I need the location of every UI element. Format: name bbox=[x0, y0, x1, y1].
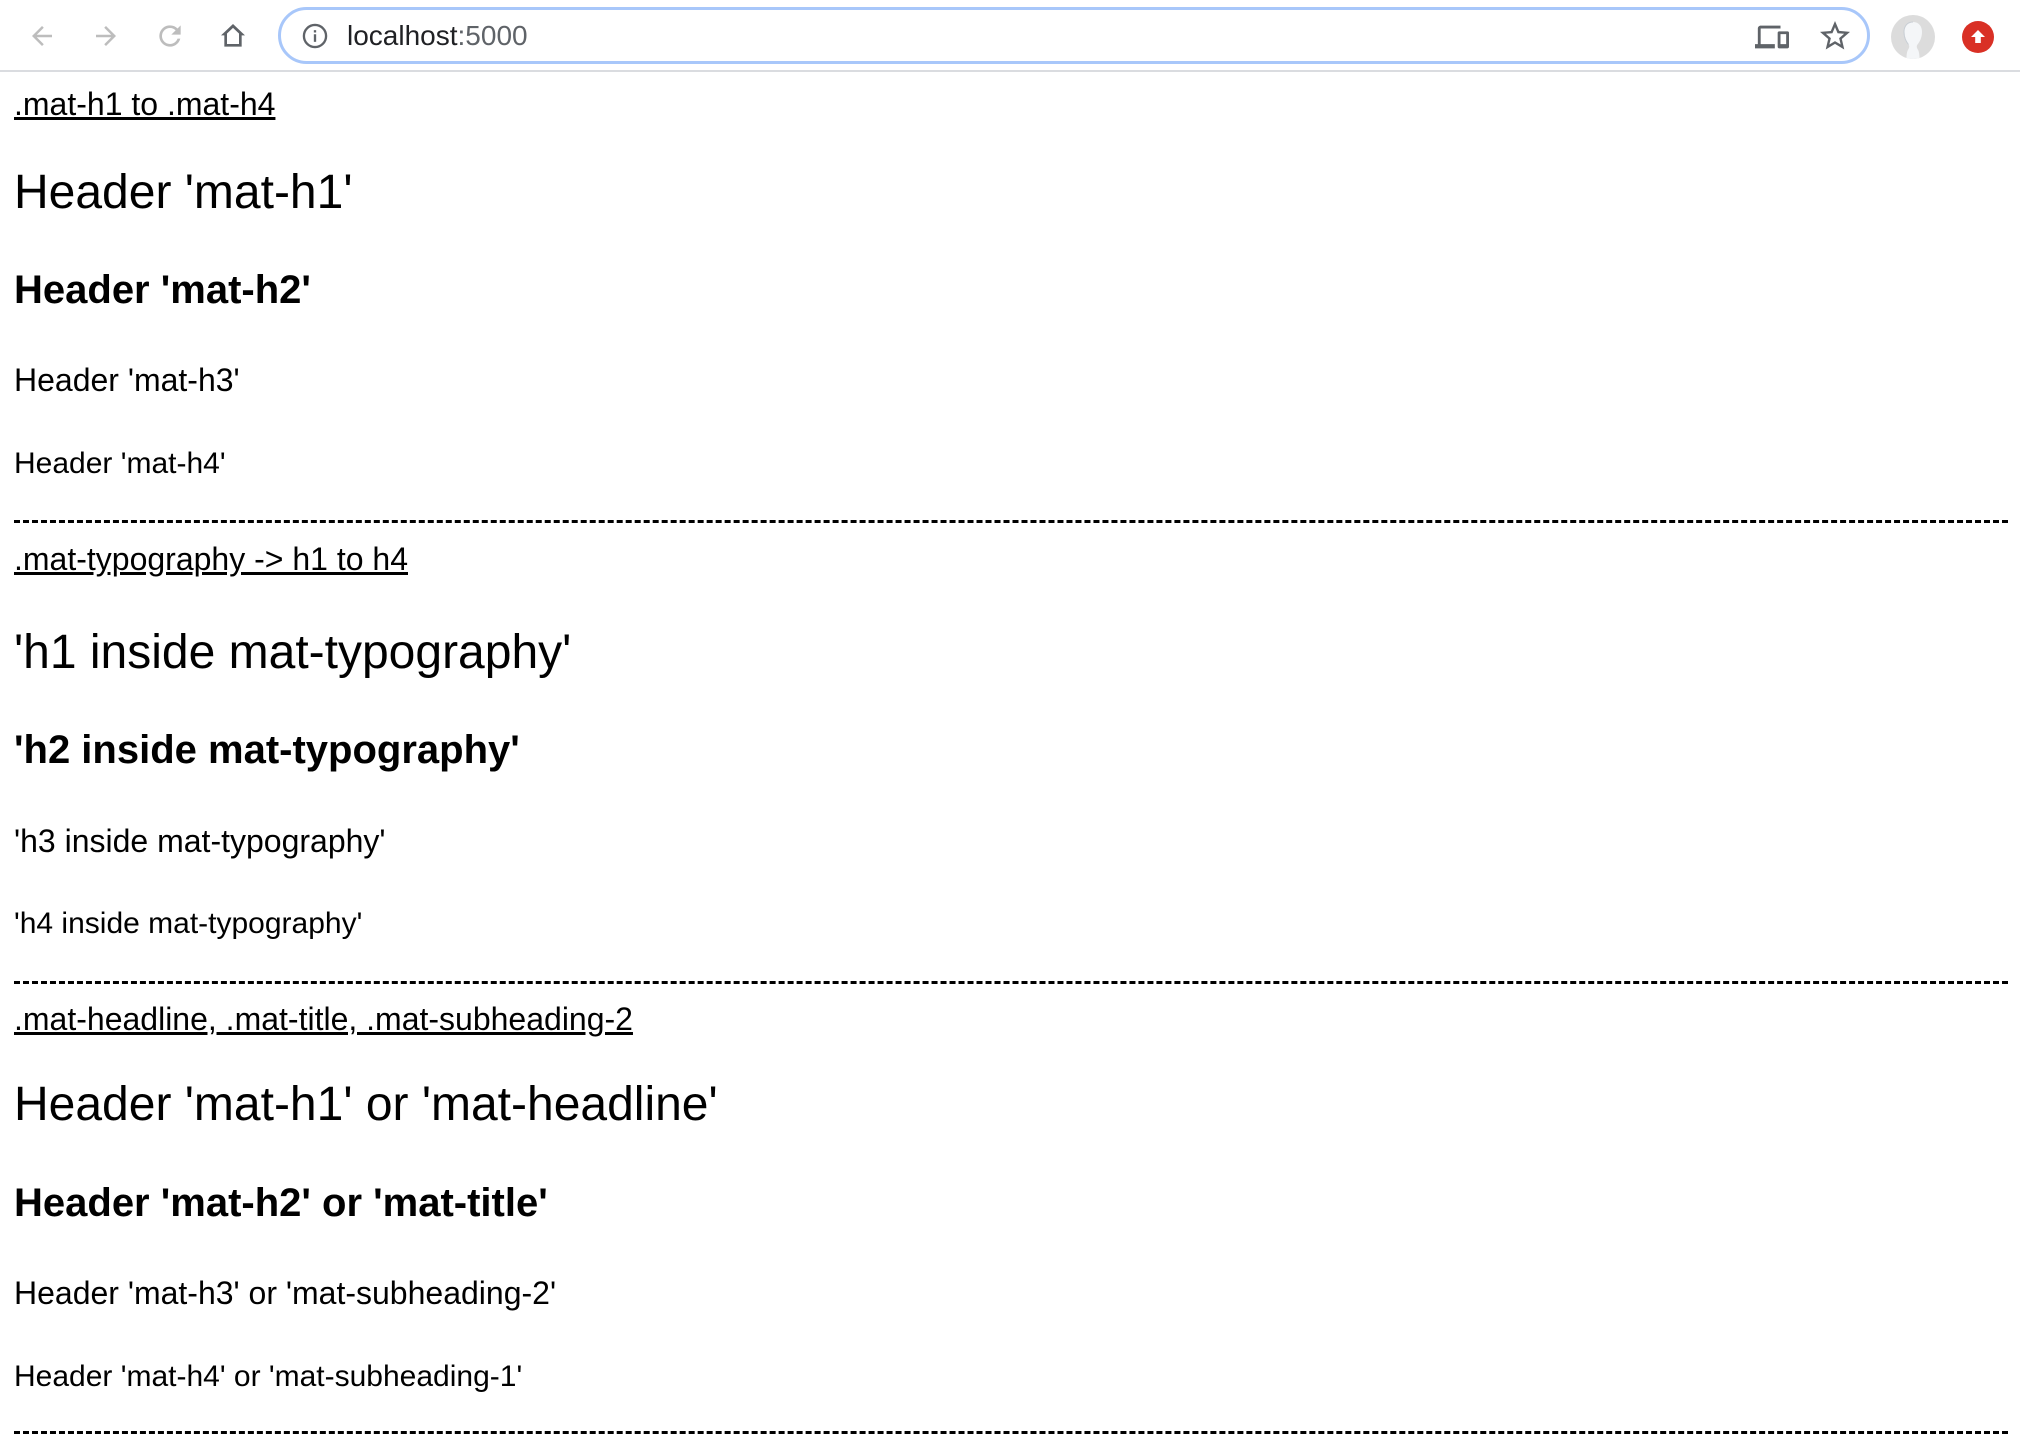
home-button[interactable] bbox=[211, 14, 255, 58]
typography-h1-heading: 'h1 inside mat-typography' bbox=[14, 626, 572, 679]
update-button[interactable] bbox=[1962, 21, 1994, 53]
typography-h2-heading: 'h2 inside mat-typography' bbox=[14, 728, 520, 772]
url-host: localhost bbox=[347, 20, 458, 51]
section-link-mat-headline-title-subheading[interactable]: .mat-headline, .mat-title, .mat-subheadi… bbox=[14, 1003, 633, 1035]
mat-h1-heading: Header 'mat-h1' bbox=[14, 166, 353, 219]
url-text[interactable]: localhost:5000 bbox=[347, 19, 528, 53]
dashed-divider bbox=[14, 981, 2008, 984]
mat-subheading-1-heading: Header 'mat-h4' or 'mat-subheading-1' bbox=[14, 1360, 523, 1393]
mat-h3-heading: Header 'mat-h3' bbox=[14, 362, 240, 398]
home-icon bbox=[221, 24, 245, 47]
typography-h4-heading: 'h4 inside mat-typography' bbox=[14, 907, 363, 940]
mat-h4-heading: Header 'mat-h4' bbox=[14, 447, 226, 480]
star-outline-icon[interactable] bbox=[1817, 18, 1853, 54]
forward-button[interactable] bbox=[84, 14, 128, 58]
arrow-right-icon bbox=[96, 26, 116, 46]
reload-icon bbox=[159, 25, 181, 47]
reload-button[interactable] bbox=[148, 14, 192, 58]
mat-headline-heading: Header 'mat-h1' or 'mat-headline' bbox=[14, 1078, 718, 1131]
dashed-divider bbox=[14, 520, 2008, 523]
profile-avatar[interactable] bbox=[1891, 15, 1935, 59]
back-button[interactable] bbox=[20, 14, 64, 58]
mat-h2-heading: Header 'mat-h2' bbox=[14, 268, 311, 312]
dashed-divider bbox=[14, 1431, 2008, 1434]
mat-title-heading: Header 'mat-h2' or 'mat-title' bbox=[14, 1181, 548, 1225]
devices-icon[interactable] bbox=[1755, 20, 1789, 54]
info-icon[interactable] bbox=[301, 22, 329, 50]
address-bar[interactable]: localhost:5000 bbox=[278, 7, 1870, 64]
section-link-mat-h1-to-h4[interactable]: .mat-h1 to .mat-h4 bbox=[14, 88, 275, 120]
arrow-left-icon bbox=[32, 26, 52, 46]
avatar-icon bbox=[1903, 21, 1922, 59]
arrow-up-icon bbox=[1971, 30, 1985, 43]
mat-subheading-2-heading: Header 'mat-h3' or 'mat-subheading-2' bbox=[14, 1275, 557, 1311]
section-link-mat-typography[interactable]: .mat-typography -> h1 to h4 bbox=[14, 543, 408, 575]
browser-toolbar: localhost:5000 bbox=[0, 0, 2020, 72]
url-port: :5000 bbox=[457, 20, 528, 51]
typography-h3-heading: 'h3 inside mat-typography' bbox=[14, 823, 386, 859]
